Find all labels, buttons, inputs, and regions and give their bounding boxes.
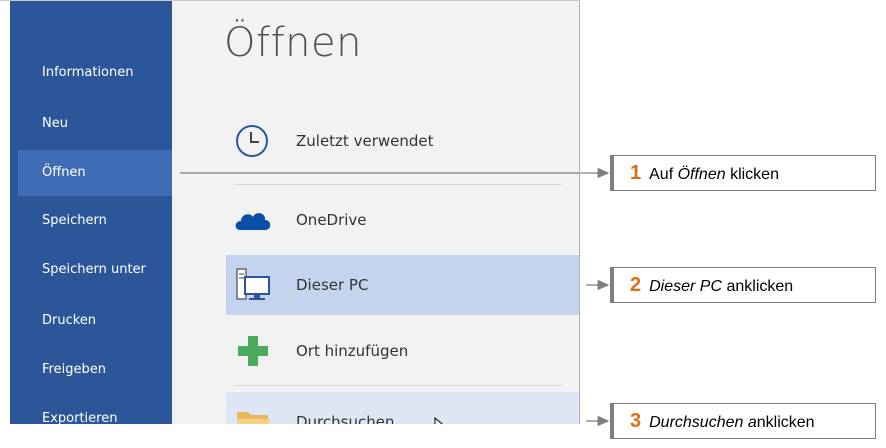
computer-icon bbox=[236, 268, 270, 300]
place-recent[interactable]: Zuletzt verwendet bbox=[226, 111, 580, 171]
callout-number: 1 bbox=[630, 162, 642, 184]
callout-1: 1 Auf Öffnen klicken bbox=[610, 155, 876, 191]
folder-icon bbox=[237, 412, 270, 424]
callout-number: 2 bbox=[630, 274, 642, 296]
page-title: Öffnen bbox=[224, 20, 362, 66]
place-browse[interactable]: Durchsuchen bbox=[226, 392, 580, 424]
callout-text: anklicken bbox=[722, 278, 794, 295]
clock-icon bbox=[236, 125, 268, 157]
place-label: OneDrive bbox=[296, 211, 367, 229]
callout-emphasis: Öffnen bbox=[677, 166, 726, 183]
cloud-icon bbox=[235, 213, 271, 230]
place-label: Ort hinzufügen bbox=[296, 342, 409, 360]
sidebar-edge bbox=[0, 0, 10, 424]
sidebar-item-speichern-unter[interactable]: Speichern unter bbox=[18, 247, 172, 293]
callout-3: 3 Durchsuchen anklicken bbox=[610, 403, 876, 439]
callout-emphasis: Durchsuchen a bbox=[649, 414, 757, 431]
place-label: Durchsuchen bbox=[296, 413, 395, 424]
sidebar-item-speichern[interactable]: Speichern bbox=[18, 198, 172, 244]
sidebar-item-oeffnen[interactable]: Öffnen bbox=[18, 150, 172, 196]
sidebar-item-drucken[interactable]: Drucken bbox=[18, 298, 172, 344]
plus-icon bbox=[238, 336, 268, 366]
sidebar-item-freigeben[interactable]: Freigeben bbox=[18, 347, 172, 393]
callout-emphasis: Dieser PC bbox=[649, 278, 723, 295]
place-this-pc[interactable]: Dieser PC bbox=[226, 255, 580, 315]
place-add-location[interactable]: Ort hinzufügen bbox=[226, 321, 580, 381]
mouse-cursor-icon bbox=[434, 417, 444, 424]
place-label: Dieser PC bbox=[296, 276, 369, 294]
open-pane: Öffnen Zuletzt verwendet OneDrive Dieser… bbox=[172, 0, 580, 424]
backstage-screenshot: Informationen Neu Öffnen Speichern Speic… bbox=[0, 0, 580, 424]
sidebar-item-neu[interactable]: Neu bbox=[18, 101, 172, 147]
sidebar-item-exportieren[interactable]: Exportieren bbox=[18, 396, 172, 424]
divider bbox=[234, 184, 562, 185]
place-onedrive[interactable]: OneDrive bbox=[226, 190, 580, 250]
divider bbox=[234, 385, 562, 386]
sidebar-item-informationen[interactable]: Informationen bbox=[18, 50, 172, 96]
callout-2: 2 Dieser PC anklicken bbox=[610, 267, 876, 303]
callout-text: Auf bbox=[649, 166, 678, 183]
callout-text: klicken bbox=[725, 166, 779, 183]
backstage-sidebar: Informationen Neu Öffnen Speichern Speic… bbox=[0, 0, 172, 424]
callout-text: nklicken bbox=[756, 414, 815, 431]
place-label: Zuletzt verwendet bbox=[296, 132, 434, 150]
callout-number: 3 bbox=[630, 410, 642, 432]
